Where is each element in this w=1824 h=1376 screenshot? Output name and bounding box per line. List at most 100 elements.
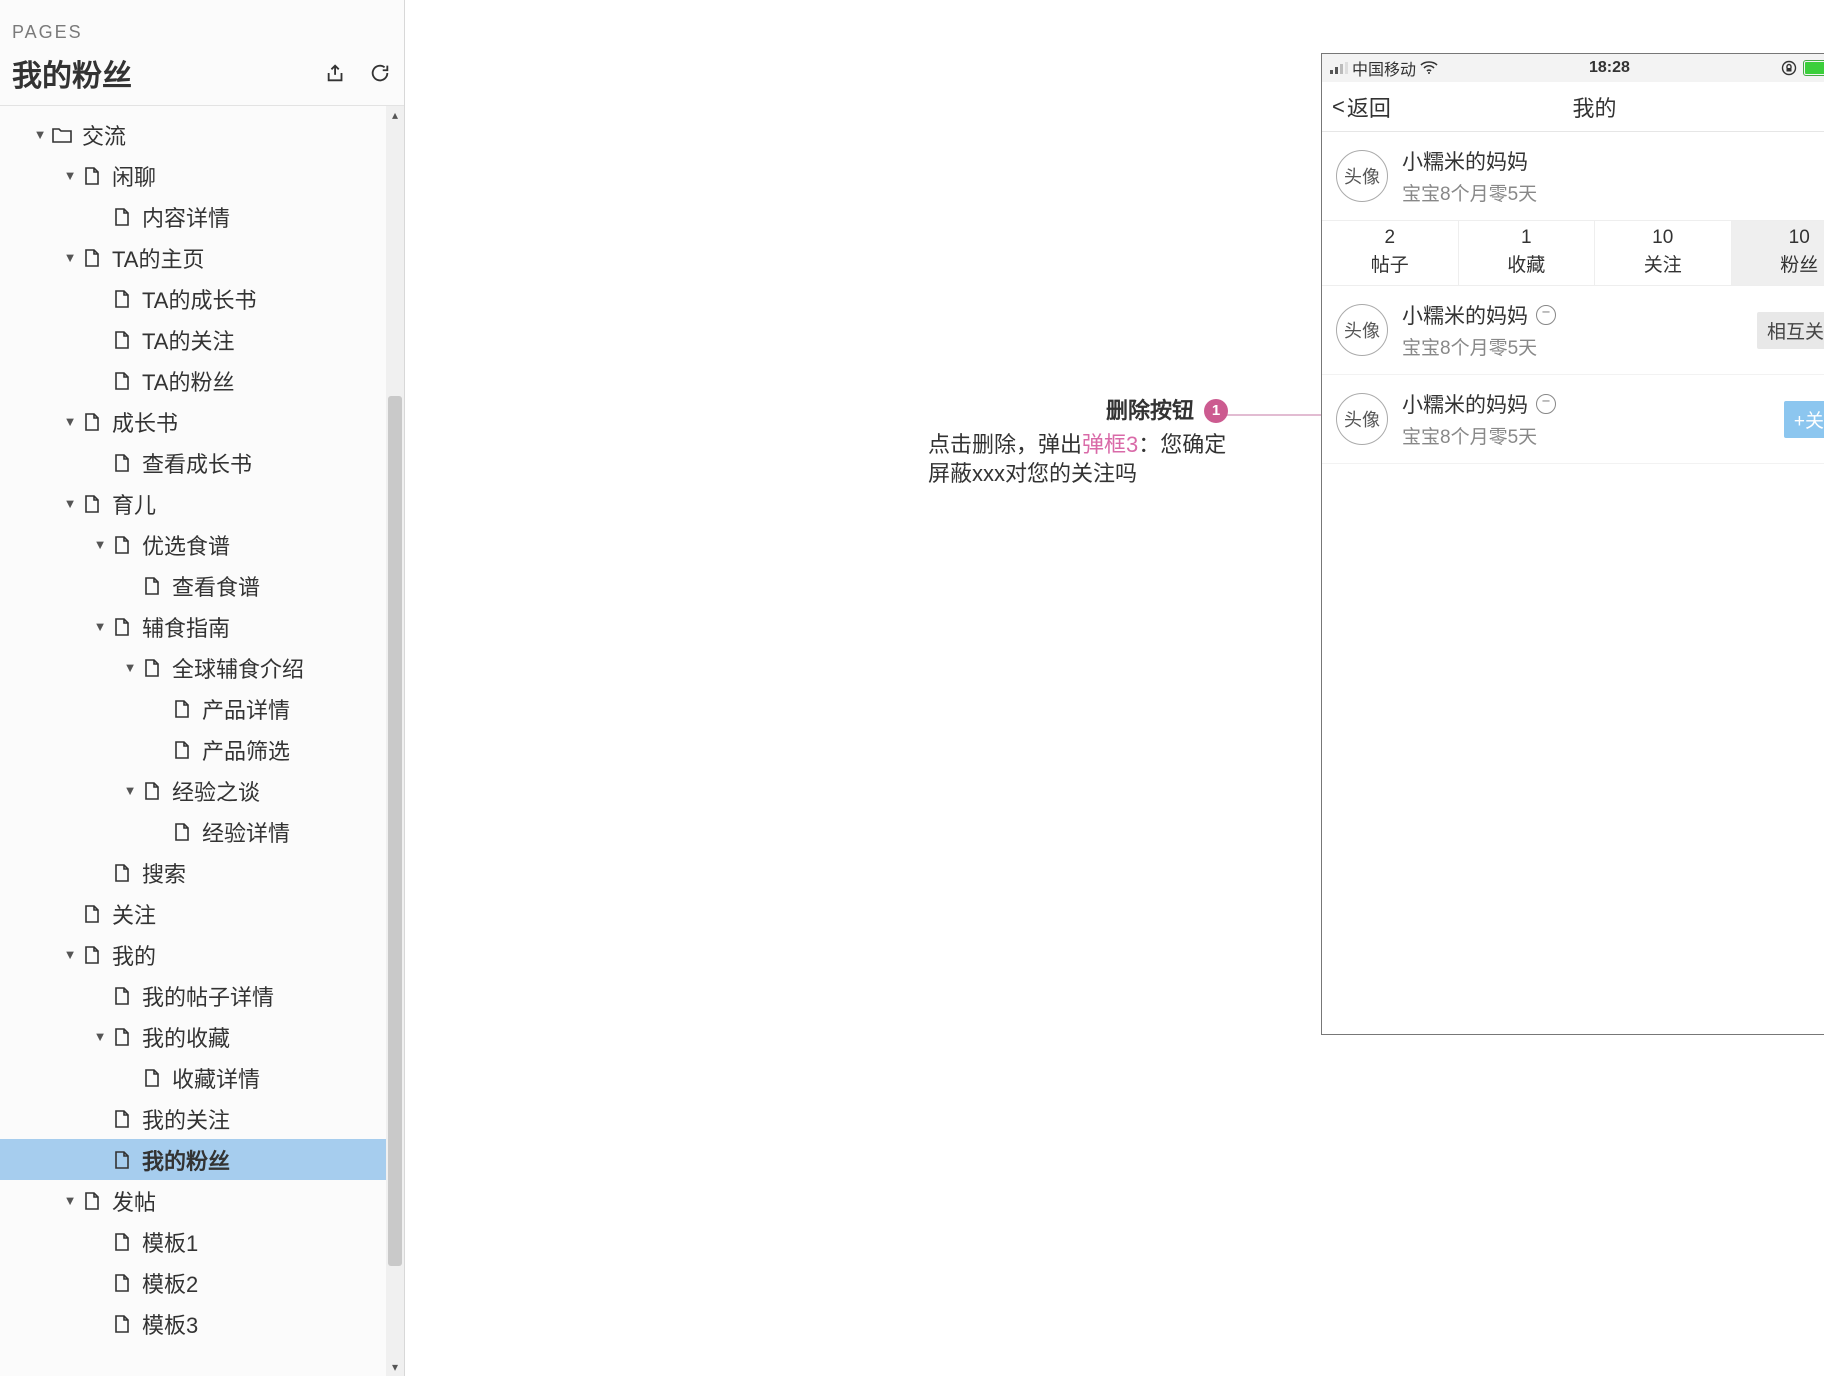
tree-label: 经验之谈 xyxy=(172,775,260,807)
caret-icon[interactable]: ▼ xyxy=(62,496,78,511)
tree-row[interactable]: ▼内容详情 xyxy=(0,196,386,237)
follow-button[interactable]: +关注 xyxy=(1784,401,1824,438)
caret-icon[interactable]: ▼ xyxy=(62,168,78,183)
fan-name: 小糯米的妈妈 xyxy=(1402,389,1528,419)
refresh-icon[interactable] xyxy=(368,61,392,85)
page-icon xyxy=(82,412,102,432)
tree-row[interactable]: ▼模板2 xyxy=(0,1262,386,1303)
tree-row[interactable]: ▼搜索 xyxy=(0,852,386,893)
tree-row[interactable]: ▼辅食指南 xyxy=(0,606,386,647)
page-icon xyxy=(82,494,102,514)
tree-row[interactable]: ▼ TA的主页 xyxy=(0,237,386,278)
tree-label: 我的 xyxy=(112,939,156,971)
tree-row[interactable]: ▼产品详情 xyxy=(0,688,386,729)
tree-label: 产品筛选 xyxy=(202,734,290,766)
tree-row[interactable]: ▼ 我的 xyxy=(0,934,386,975)
stat-label: 关注 xyxy=(1595,250,1731,277)
caret-icon[interactable]: ▼ xyxy=(62,1193,78,1208)
clock-label: 18:28 xyxy=(1589,59,1630,77)
signal-icon xyxy=(1330,62,1348,74)
page-icon xyxy=(172,822,192,842)
scrollbar-down-icon[interactable]: ▾ xyxy=(386,1358,404,1376)
page-icon xyxy=(112,863,132,883)
caret-icon[interactable]: ▼ xyxy=(62,250,78,265)
page-icon xyxy=(112,371,132,391)
tree-row[interactable]: ▼TA的粉丝 xyxy=(0,360,386,401)
avatar[interactable]: 头像 xyxy=(1336,304,1388,356)
stat-tab[interactable]: 10粉丝 xyxy=(1732,221,1824,285)
tree-row[interactable]: ▼全球辅食介绍 xyxy=(0,647,386,688)
back-button[interactable]: < 返回 xyxy=(1332,91,1391,123)
tree-row[interactable]: ▼产品筛选 xyxy=(0,729,386,770)
stat-tab[interactable]: 1收藏 xyxy=(1459,221,1596,285)
tree-label: TA的主页 xyxy=(112,242,204,274)
caret-icon[interactable]: ▼ xyxy=(122,660,138,675)
stats-tabs: 2帖子1收藏10关注10粉丝 xyxy=(1322,220,1824,286)
page-icon xyxy=(82,166,102,186)
scrollbar-thumb[interactable] xyxy=(388,396,402,1266)
options-icon[interactable]: ⁻ xyxy=(1536,394,1556,414)
tree-row[interactable]: ▼交流 xyxy=(0,114,386,155)
tree-row[interactable]: ▼查看成长书 xyxy=(0,442,386,483)
page-icon xyxy=(112,207,132,227)
tree-row[interactable]: ▼TA的关注 xyxy=(0,319,386,360)
canvas: 删除按钮 1 点击删除，弹出弹框3：您确定屏蔽xxx对您的关注吗 中国移动 1 xyxy=(405,0,1824,1376)
page-title: 我的粉丝 xyxy=(12,51,132,95)
scrollbar[interactable]: ▴ ▾ xyxy=(386,106,404,1376)
tree-row[interactable]: ▼关注 xyxy=(0,893,386,934)
page-icon xyxy=(112,1027,132,1047)
avatar[interactable]: 头像 xyxy=(1336,393,1388,445)
page-icon xyxy=(82,904,102,924)
caret-icon[interactable]: ▼ xyxy=(62,947,78,962)
tree-label: 优选食谱 xyxy=(142,529,230,561)
avatar[interactable]: 头像 xyxy=(1336,150,1388,202)
tree-row[interactable]: ▼模板1 xyxy=(0,1221,386,1262)
annotation-body: 点击删除，弹出弹框3：您确定屏蔽xxx对您的关注吗 xyxy=(928,430,1228,489)
tree-row[interactable]: ▼经验详情 xyxy=(0,811,386,852)
tree-row[interactable]: ▼我的关注 xyxy=(0,1098,386,1139)
caret-icon[interactable]: ▼ xyxy=(92,1029,108,1044)
fan-name: 小糯米的妈妈 xyxy=(1402,300,1528,330)
share-icon[interactable] xyxy=(324,61,348,85)
tree-row[interactable]: ▼收藏详情 xyxy=(0,1057,386,1098)
page-icon xyxy=(112,289,132,309)
tree-row[interactable]: ▼成长书 xyxy=(0,401,386,442)
tree-label: 我的关注 xyxy=(142,1103,230,1135)
page-icon xyxy=(112,617,132,637)
annotation-link[interactable]: 弹框3 xyxy=(1082,432,1138,457)
tree-row[interactable]: ▼我的帖子详情 xyxy=(0,975,386,1016)
tree-label: 关注 xyxy=(112,898,156,930)
caret-icon[interactable]: ▼ xyxy=(92,619,108,634)
page-icon xyxy=(82,945,102,965)
tree-row[interactable]: ▼ 经验之谈 xyxy=(0,770,386,811)
caret-icon[interactable]: ▼ xyxy=(122,783,138,798)
fan-row: 头像小糯米的妈妈⁻宝宝8个月零5天+关注 xyxy=(1322,375,1824,464)
stat-tab[interactable]: 2帖子 xyxy=(1322,221,1459,285)
stat-label: 帖子 xyxy=(1322,250,1458,277)
tree-row[interactable]: ▼ 闲聊 xyxy=(0,155,386,196)
tree-label: 闲聊 xyxy=(112,160,156,192)
tree-label: 模板2 xyxy=(142,1267,198,1299)
page-icon xyxy=(112,1232,132,1252)
caret-icon[interactable]: ▼ xyxy=(62,414,78,429)
scrollbar-up-icon[interactable]: ▴ xyxy=(386,106,404,124)
options-icon[interactable]: ⁻ xyxy=(1536,305,1556,325)
tree-row[interactable]: ▼育儿 xyxy=(0,483,386,524)
folder-icon xyxy=(52,125,72,145)
tree-row[interactable]: ▼我的收藏 xyxy=(0,1016,386,1057)
tree-row[interactable]: ▼TA的成长书 xyxy=(0,278,386,319)
caret-icon[interactable]: ▼ xyxy=(32,127,48,142)
sidebar-header: PAGES 我的粉丝 xyxy=(0,0,404,106)
tree-row[interactable]: ▼查看食谱 xyxy=(0,565,386,606)
page-icon xyxy=(112,1150,132,1170)
mutual-follow-button[interactable]: 相互关注 xyxy=(1757,312,1824,349)
stat-tab[interactable]: 10关注 xyxy=(1595,221,1732,285)
tree-row[interactable]: ▼我的粉丝 xyxy=(0,1139,386,1180)
tree-row[interactable]: ▼ 优选食谱 xyxy=(0,524,386,565)
nav-title: 我的 xyxy=(1572,91,1616,123)
tree-row[interactable]: ▼发帖 xyxy=(0,1180,386,1221)
page-tree[interactable]: ▼交流▼闲聊▼内容详情▼TA的主页▼TA的成长书▼TA的关注▼TA的粉丝▼成长书… xyxy=(0,106,386,1376)
caret-icon[interactable]: ▼ xyxy=(92,537,108,552)
tree-row[interactable]: ▼模板3 xyxy=(0,1303,386,1344)
stat-number: 1 xyxy=(1459,227,1595,249)
